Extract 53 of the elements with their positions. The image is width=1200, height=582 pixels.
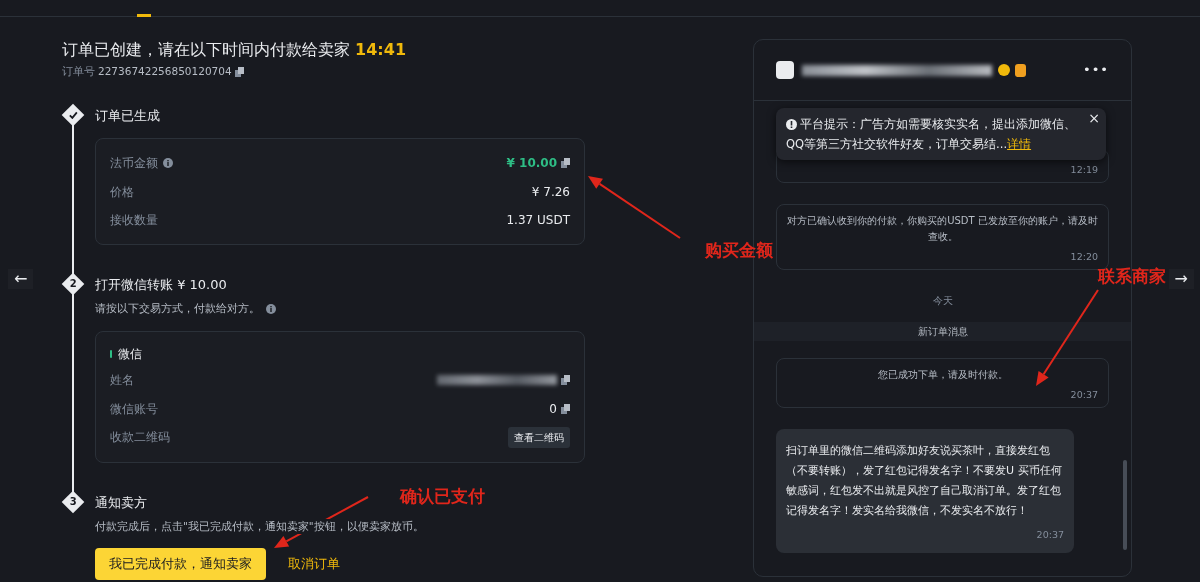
field-label: 价格: [110, 183, 134, 201]
field-label: 收款二维码: [110, 429, 170, 447]
view-qr-button[interactable]: 查看二维码: [508, 426, 570, 448]
scrollbar[interactable]: [1123, 460, 1127, 550]
payment-done-button[interactable]: 我已完成付款，通知卖家: [95, 548, 266, 580]
info-icon[interactable]: [266, 304, 276, 315]
field-label: 法币金额: [110, 155, 158, 172]
field-value: 1.37 USDT: [506, 212, 570, 229]
field-value: ¥ 10.00: [506, 155, 557, 172]
more-button[interactable]: •••: [1083, 60, 1109, 80]
message-text: 对方已确认收到你的付款，你购买的USDT 已发放至你的账户，请及时查收。: [787, 215, 1098, 242]
avatar-icon: [776, 61, 794, 79]
payment-method: 微信: [118, 346, 142, 363]
notice-text: 平台提示：广告方如需要核实实名，提出添加微信、QQ等第三方社交软件好友，订单交易结...详情: [786, 116, 1077, 153]
step-title: 打开微信转账 ¥ 10.00: [95, 277, 227, 294]
copy-icon[interactable]: [561, 375, 570, 386]
field-label: 姓名: [110, 372, 134, 390]
copy-icon[interactable]: [561, 158, 570, 168]
section-banner: 新订单消息: [754, 322, 1131, 341]
order-number: 22736742256850120704: [98, 64, 232, 79]
alert-icon: [786, 119, 797, 130]
info-icon[interactable]: [163, 158, 173, 168]
badge-icon: [998, 64, 1010, 76]
date-divider: 今天: [931, 294, 954, 308]
message-text: 您已成功下单，请及时付款。: [877, 369, 1008, 380]
copy-icon[interactable]: [234, 66, 244, 77]
step-number-marker: 2: [61, 272, 85, 296]
annotation-label: 购买金额: [705, 239, 773, 262]
step-title: 订单已生成: [95, 107, 160, 124]
step-title: 通知卖方: [95, 494, 147, 511]
copy-icon[interactable]: [561, 403, 570, 414]
field-value: ¥ 7.26: [531, 183, 570, 201]
back-button[interactable]: ←: [8, 269, 34, 289]
cancel-order-link[interactable]: 取消订单: [288, 554, 340, 574]
details-link[interactable]: 详情: [1007, 137, 1032, 151]
message-text: 扫订单里的微信二维码添加好友说买茶叶，直接发红包（不要转账），发了红包记得发名字！不要发U 买币任何敏感词，红包发不出就是风控了自己取消订单。发了红包记得发名字！发实名给我微信，不发实名不放行！: [786, 444, 1062, 517]
order-number-label: 订单号: [62, 64, 95, 79]
field-value: 0: [549, 400, 557, 418]
annotation-label: 确认已支付: [400, 485, 485, 508]
close-button[interactable]: ×: [1088, 111, 1100, 125]
method-indicator: [110, 350, 112, 358]
message-time: 20:37: [1035, 528, 1064, 542]
message-time: 20:37: [1069, 388, 1098, 402]
field-label: 微信账号: [110, 400, 158, 418]
field-label: 接收数量: [110, 212, 158, 229]
forward-button[interactable]: →: [1168, 269, 1194, 289]
annotation-label: 联系商家: [1098, 265, 1166, 288]
message-time: 12:20: [1069, 250, 1098, 264]
message-time: 12:19: [1069, 163, 1098, 177]
check-icon: [68, 110, 78, 119]
order-title: 订单已创建，请在以下时间内付款给卖家 14:41: [62, 39, 408, 61]
active-tab-indicator: [137, 14, 151, 17]
step-number-marker: 3: [61, 490, 85, 513]
